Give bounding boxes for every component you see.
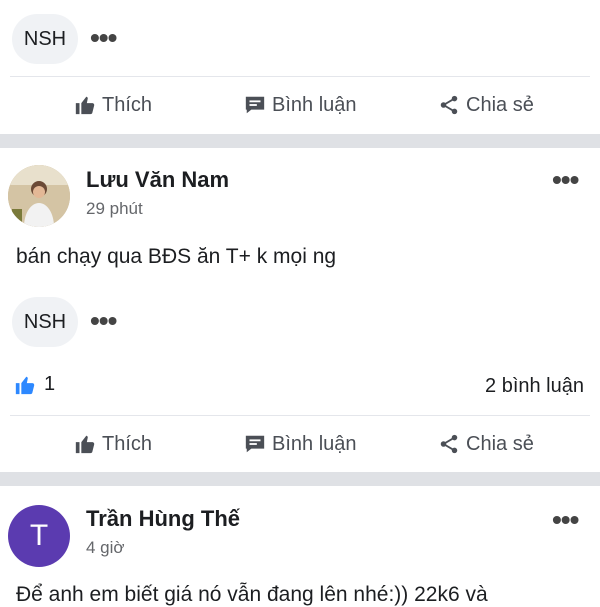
post-time[interactable]: 4 giờ — [86, 538, 125, 558]
more-dots-icon[interactable]: ••• — [552, 166, 579, 194]
comment-label: Bình luận — [272, 93, 357, 116]
like-summary[interactable]: 1 — [14, 373, 55, 396]
share-label: Chia sẻ — [466, 93, 534, 116]
share-icon — [440, 434, 458, 454]
comment-icon — [245, 435, 265, 453]
comment-label: Bình luận — [272, 432, 357, 455]
thumbs-up-icon — [75, 96, 95, 115]
post-text: Để anh em biết giá nó vẫn đang lên nhé:)… — [16, 583, 488, 606]
avatar-letter: T — [8, 505, 70, 567]
like-reaction-icon — [15, 376, 35, 394]
like-label: Thích — [102, 93, 153, 116]
more-dots-icon[interactable]: ••• — [552, 506, 579, 534]
comment-button[interactable]: Bình luận — [244, 90, 357, 120]
comments-count[interactable]: 2 bình luận — [485, 375, 584, 398]
reaction-chip[interactable]: NSH — [12, 14, 78, 64]
share-button[interactable]: Chia sẻ — [438, 429, 534, 459]
comment-button[interactable]: Bình luận — [244, 429, 357, 459]
like-label: Thích — [102, 432, 153, 455]
share-button[interactable]: Chia sẻ — [438, 90, 534, 120]
like-button[interactable]: Thích — [74, 429, 152, 459]
share-label: Chia sẻ — [466, 432, 534, 455]
post-text: bán chạy qua BĐS ăn T+ k mọi ng — [16, 245, 337, 268]
avatar[interactable]: T — [8, 505, 70, 567]
like-count: 1 — [44, 373, 56, 395]
more-dots-icon[interactable]: ••• — [90, 24, 117, 52]
divider — [10, 415, 590, 416]
divider — [10, 76, 590, 77]
reaction-chip[interactable]: NSH — [12, 297, 78, 347]
share-icon — [440, 95, 458, 115]
more-dots-icon[interactable]: ••• — [90, 307, 117, 335]
author-name[interactable]: Lưu Văn Nam — [86, 167, 229, 193]
thumbs-up-icon — [75, 435, 95, 454]
post-separator — [0, 134, 600, 148]
avatar[interactable] — [8, 165, 70, 227]
like-button[interactable]: Thích — [74, 90, 152, 120]
author-name[interactable]: Trần Hùng Thế — [86, 506, 240, 532]
avatar-photo-icon — [8, 165, 70, 227]
comment-icon — [245, 96, 265, 114]
post-separator — [0, 472, 600, 486]
post-time[interactable]: 29 phút — [86, 199, 143, 219]
